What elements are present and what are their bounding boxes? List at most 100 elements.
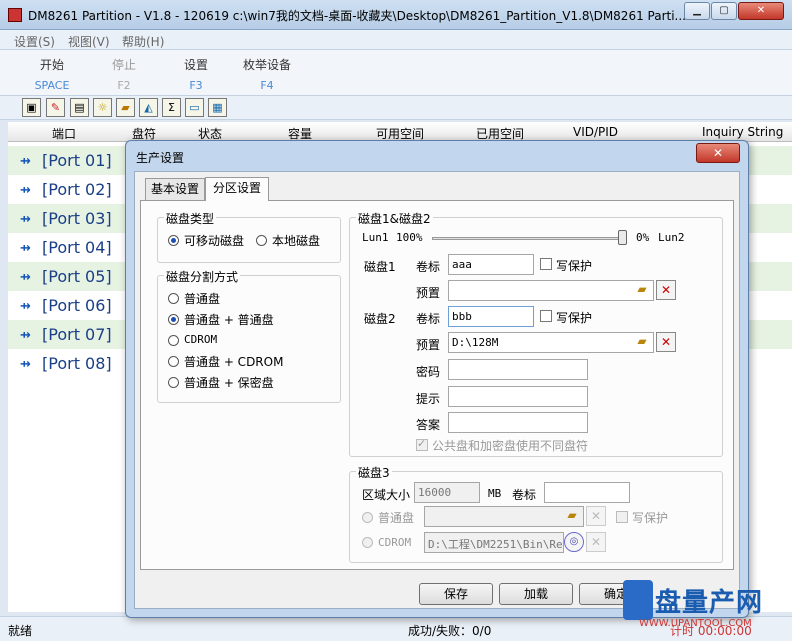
disk2-volume-input[interactable]: bbb [448,306,534,327]
load-button[interactable]: 加载 [499,583,573,605]
disk3-cdrom-radio[interactable] [362,537,373,548]
toolbar: 开始 SPACE 停止 F2 设置 F3 枚举设备 F4 [0,50,792,96]
settings-label: 设置 [183,58,208,72]
close-button[interactable]: ✕ [738,2,784,20]
monitor-icon[interactable]: ▣ [22,98,41,117]
disk1-preset-input[interactable] [448,280,654,301]
port-label: [Port 08] [42,354,112,373]
watermark-url: WWW.UPANTOOL.COM [639,618,752,629]
settings-key: F3 [189,79,203,92]
split-normal-radio[interactable] [168,293,179,304]
port-label: [Port 07] [42,325,112,344]
disk3-cd-icon[interactable]: ◎ [564,532,584,552]
dialog-client: 基本设置 分区设置 磁盘类型 可移动磁盘 本地磁盘 磁盘分割方式 普通盘 普通盘… [134,171,740,609]
watermark-text: 盘量产网 [655,588,764,618]
password-label: 密码 [416,365,441,379]
usb-icon: ⇸ [20,357,31,372]
window-icon[interactable]: ▦ [208,98,227,117]
usb-icon: ⇸ [20,270,31,285]
app-icon [8,8,22,22]
status-success-fail: 成功/失败：0/0 [408,624,492,638]
region-size-input[interactable]: 16000 [414,482,480,503]
enumerate-key: F4 [260,79,274,92]
lightbulb-icon[interactable]: ☼ [93,98,112,117]
usb-icon: ⇸ [20,328,31,343]
local-disk-label: 本地磁盘 [272,234,321,248]
col-vidpid[interactable]: VID/PID [573,125,618,139]
port-label: [Port 02] [42,180,112,199]
split-cdrom-radio[interactable] [168,335,179,346]
split-normal-secure-label: 普通盘 + 保密盘 [184,376,274,390]
port-label: [Port 06] [42,296,112,315]
disk-type-title: 磁盘类型 [164,210,217,227]
lun2-label: Lun2 [658,231,685,244]
col-port[interactable]: 端口 [52,125,76,142]
disk3-browse-folder-icon[interactable]: ▰ [562,506,582,526]
disk2-browse-folder-icon[interactable]: ▰ [632,332,652,352]
split-cdrom-label: CDROM [184,333,218,346]
answer-input[interactable] [448,412,588,433]
disk1-write-protect-checkbox[interactable] [540,258,552,270]
disk2-clear-icon[interactable]: ✕ [656,332,676,352]
disk2-volume-label: 卷标 [416,312,441,326]
minimize-button[interactable]: ▁ [684,2,710,20]
usb-icon: ⇸ [20,154,31,169]
disk3-cdrom-path-input[interactable]: D:\工程\DM2251\Bin\Rea [424,532,564,553]
start-button[interactable]: 开始 SPACE [22,56,82,92]
port-list-header: 端口 盘符 状态 容量 可用空间 已用空间 VID/PID Inquiry St… [8,122,792,142]
local-disk-radio[interactable] [256,235,267,246]
production-settings-dialog: 生产设置 ✕ 基本设置 分区设置 磁盘类型 可移动磁盘 本地磁盘 磁盘分割方式 … [125,140,749,618]
chart-icon[interactable]: ◭ [139,98,158,117]
disk1-browse-folder-icon[interactable]: ▰ [632,280,652,300]
disk3-title: 磁盘3 [356,464,392,481]
removable-disk-radio[interactable] [168,235,179,246]
disk3-write-protect-checkbox[interactable] [616,511,628,523]
dialog-close-button[interactable]: ✕ [696,143,740,163]
maximize-button[interactable]: ▢ [711,2,737,20]
port-label: [Port 05] [42,267,112,286]
disk2-write-protect-checkbox[interactable] [540,310,552,322]
folder-icon[interactable]: ▰ [116,98,135,117]
pin-icon[interactable]: ✎ [46,98,65,117]
disk2-write-protect-label: 写保护 [556,311,593,325]
sigma-icon[interactable]: Σ [162,98,181,117]
split-normal-cdrom-label: 普通盘 + CDROM [184,355,284,369]
save-button[interactable]: 保存 [419,583,493,605]
disk1-volume-input[interactable]: aaa [448,254,534,275]
usb-icon: ⇸ [20,212,31,227]
document-icon[interactable]: ▤ [70,98,89,117]
settings-button[interactable]: 设置 F3 [166,56,226,92]
disk2-label: 磁盘2 [364,312,396,326]
enumerate-button[interactable]: 枚举设备 F4 [236,56,298,92]
stop-button[interactable]: 停止 F2 [94,56,154,92]
disk3-normal-path-input[interactable] [424,506,584,527]
disk3-clear-icon[interactable]: ✕ [586,506,606,526]
split-normal-secure-radio[interactable] [168,377,179,388]
menu-view[interactable]: 视图(V) [68,33,110,50]
computer-icon[interactable]: ▭ [185,98,204,117]
disk3-cdrom-clear-icon[interactable]: ✕ [586,532,606,552]
password-input[interactable] [448,359,588,380]
disk1-clear-icon[interactable]: ✕ [656,280,676,300]
answer-label: 答案 [416,418,441,432]
disk3-volume-input[interactable] [544,482,630,503]
menu-help[interactable]: 帮助(H) [122,33,164,50]
disk3-write-protect-label: 写保护 [632,511,669,525]
tab-basic-settings[interactable]: 基本设置 [145,178,205,200]
menu-settings[interactable]: 设置(S) [14,33,55,50]
lun-slider-thumb[interactable] [618,230,627,245]
port-label: [Port 01] [42,151,112,170]
split-normal-normal-radio[interactable] [168,314,179,325]
disk3-cdrom-label: CDROM [378,536,412,549]
disk2-preset-input[interactable]: D:\128M [448,332,654,353]
diff-letter-checkbox[interactable] [416,437,428,451]
split-normal-cdrom-radio[interactable] [168,356,179,367]
usb-icon: ⇸ [20,299,31,314]
disk3-normal-radio[interactable] [362,512,373,523]
col-inquiry[interactable]: Inquiry String [702,125,783,139]
hint-input[interactable] [448,386,588,407]
watermark-logo: 盘量产网 WWW.UPANTOOL.COM [615,580,792,630]
disk12-group: 磁盘1&磁盘2 Lun1 100% 0% Lun2 磁盘1 卷标 aaa 写保护… [349,210,723,457]
tab-partition-settings[interactable]: 分区设置 [205,177,269,201]
split-normal-normal-label: 普通盘 + 普通盘 [184,313,274,327]
